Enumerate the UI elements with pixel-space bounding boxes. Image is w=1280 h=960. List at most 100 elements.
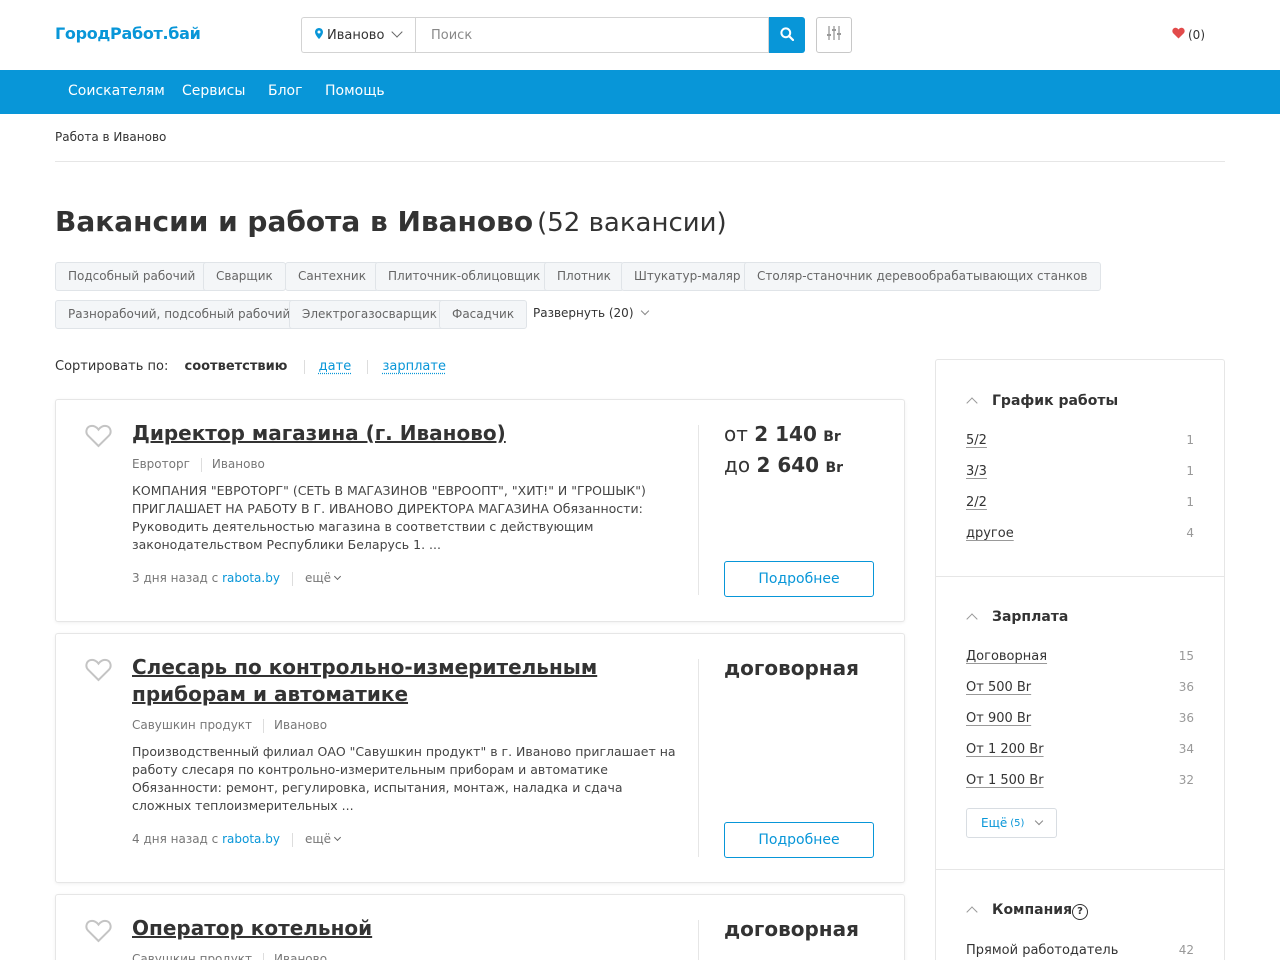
filter-count: 42: [1178, 943, 1194, 957]
filters-button[interactable]: [816, 17, 852, 53]
filter-item[interactable]: 3/3: [966, 464, 987, 479]
page-title: Вакансии и работа в Иваново (52 вакансии): [55, 205, 727, 238]
nav-item-help[interactable]: Помощь: [325, 83, 385, 99]
tag-item[interactable]: Плотник: [544, 262, 624, 291]
chevron-down-icon: [391, 26, 403, 38]
divider: [303, 359, 305, 374]
favorites-link[interactable]: (0): [1172, 27, 1205, 43]
tag-item[interactable]: Электрогазосварщик: [289, 300, 450, 329]
tag-item[interactable]: Столяр-станочник деревообрабатывающих ст…: [744, 262, 1101, 291]
filter-title-schedule[interactable]: График работы: [992, 393, 1118, 409]
logo[interactable]: ГородРабот.бай: [55, 24, 201, 43]
vacancy-title[interactable]: Оператор котельной: [132, 915, 677, 942]
divider: [698, 425, 699, 595]
help-icon[interactable]: ?: [1072, 904, 1088, 920]
salary-to-prefix: до: [724, 453, 751, 477]
filter-item[interactable]: От 900 Br: [966, 711, 1031, 726]
chevron-down-icon: [1035, 816, 1044, 826]
expand-tags-button[interactable]: Развернуть (20): [533, 300, 649, 327]
heart-outline-icon[interactable]: [85, 919, 112, 947]
breadcrumb[interactable]: Работа в Иваново: [55, 130, 166, 144]
sort-option-date[interactable]: дате: [319, 359, 352, 374]
chevron-up-icon[interactable]: [966, 906, 978, 918]
heart-outline-icon[interactable]: [85, 424, 112, 452]
filter-item[interactable]: другое: [966, 526, 1014, 541]
filter-item[interactable]: От 1 200 Br: [966, 742, 1044, 757]
nav-item-blog[interactable]: Блог: [268, 83, 302, 99]
heart-icon: [1172, 27, 1185, 43]
posted-time: 3 дня назад с: [132, 571, 219, 585]
more-menu[interactable]: ещё: [304, 832, 342, 846]
salary-from-value: 2 140: [754, 422, 817, 446]
header: ГородРабот.бай Иваново Поиск (0): [0, 0, 1280, 70]
filter-item[interactable]: 2/2: [966, 495, 987, 510]
filter-item[interactable]: От 1 500 Br: [966, 773, 1044, 788]
more-label: Ещё: [981, 816, 1008, 830]
vacancy-city: Иваново: [274, 952, 328, 960]
salary-from: от 2 140 Br: [724, 420, 843, 451]
more-menu[interactable]: ещё: [305, 571, 342, 585]
heart-outline-icon[interactable]: [85, 658, 112, 686]
details-button[interactable]: Подробнее: [724, 822, 874, 858]
vacancy-city: Иваново: [274, 718, 328, 732]
filter-count: 1: [1186, 464, 1194, 478]
divider: [263, 952, 265, 960]
tag-item[interactable]: Разнорабочий, подсобный рабочий: [55, 300, 304, 329]
vacancy-card: Директор магазина (г. Иваново) Евроторг И…: [55, 399, 905, 622]
filter-item[interactable]: От 500 Br: [966, 680, 1031, 695]
sort-bar: Сортировать по: соответствию дате зарпла…: [55, 359, 446, 374]
company-name[interactable]: Савушкин продукт: [132, 718, 252, 732]
vacancy-title[interactable]: Директор магазина (г. Иваново): [132, 420, 677, 447]
location-pin-icon: [315, 28, 323, 42]
nav-item-services[interactable]: Сервисы: [182, 83, 245, 99]
source-link[interactable]: rabota.by: [222, 832, 280, 846]
filter-count: 1: [1186, 433, 1194, 447]
vacancy-footer: 4 дня назад с rabota.by ещё: [132, 832, 342, 847]
vacancy-count: (52 вакансии): [537, 208, 727, 238]
filter-count: 36: [1178, 680, 1194, 694]
vacancy-card: Слесарь по контрольно-измерительным приб…: [55, 633, 905, 883]
sort-option-relevance[interactable]: соответствию: [184, 359, 287, 374]
tag-item[interactable]: Сантехник: [285, 262, 379, 291]
chevron-up-icon[interactable]: [966, 613, 978, 625]
salary-negotiable: договорная: [724, 917, 859, 941]
filter-item[interactable]: Договорная: [966, 649, 1047, 664]
chevron-up-icon[interactable]: [966, 397, 978, 409]
divider: [698, 920, 699, 960]
salary-more-button[interactable]: Ещё (5): [966, 808, 1058, 838]
vacancy-meta: Савушкин продукт Иваново: [132, 718, 327, 733]
company-name[interactable]: Савушкин продукт: [132, 952, 252, 960]
filter-title-salary[interactable]: Зарплата: [992, 609, 1068, 625]
tag-item[interactable]: Сварщик: [203, 262, 286, 291]
more-label: ещё: [304, 832, 332, 846]
search-button[interactable]: [769, 17, 805, 53]
vacancy-title[interactable]: Слесарь по контрольно-измерительным приб…: [132, 654, 677, 708]
divider: [698, 659, 699, 857]
tag-item[interactable]: Подсобный рабочий: [55, 262, 209, 291]
salary-range: от 2 140 Br до 2 640 Br: [724, 420, 843, 482]
search-input[interactable]: [415, 17, 769, 53]
sliders-icon: [827, 25, 841, 45]
nav-item-seekers[interactable]: Соискателям: [68, 83, 165, 99]
filter-count: 1: [1186, 495, 1194, 509]
divider: [263, 718, 265, 733]
filter-title-company[interactable]: Компания: [992, 902, 1072, 918]
source-link[interactable]: rabota.by: [222, 571, 280, 585]
tag-item[interactable]: Плиточник-облицовщик: [375, 262, 554, 291]
vacancy-card: Оператор котельной Савушкин продукт Ивано…: [55, 894, 905, 960]
details-button[interactable]: Подробнее: [724, 561, 874, 597]
filter-item[interactable]: 5/2: [966, 433, 987, 448]
more-count: (5): [1010, 817, 1025, 829]
city-select[interactable]: Иваново: [301, 17, 415, 53]
tag-item[interactable]: Штукатур-маляр: [621, 262, 754, 291]
sort-option-salary[interactable]: зарплате: [382, 359, 445, 374]
divider: [936, 869, 1224, 870]
city-select-value: Иваново: [327, 27, 385, 43]
posted-time: 4 дня назад с: [132, 832, 219, 846]
favorites-count: (0): [1188, 28, 1205, 42]
filter-item[interactable]: Прямой работодатель: [966, 943, 1118, 958]
page-title-text: Вакансии и работа в Иваново: [55, 205, 534, 238]
filter-count: 36: [1178, 711, 1194, 725]
tag-item[interactable]: Фасадчик: [439, 300, 528, 329]
company-name[interactable]: Евроторг: [132, 457, 190, 471]
